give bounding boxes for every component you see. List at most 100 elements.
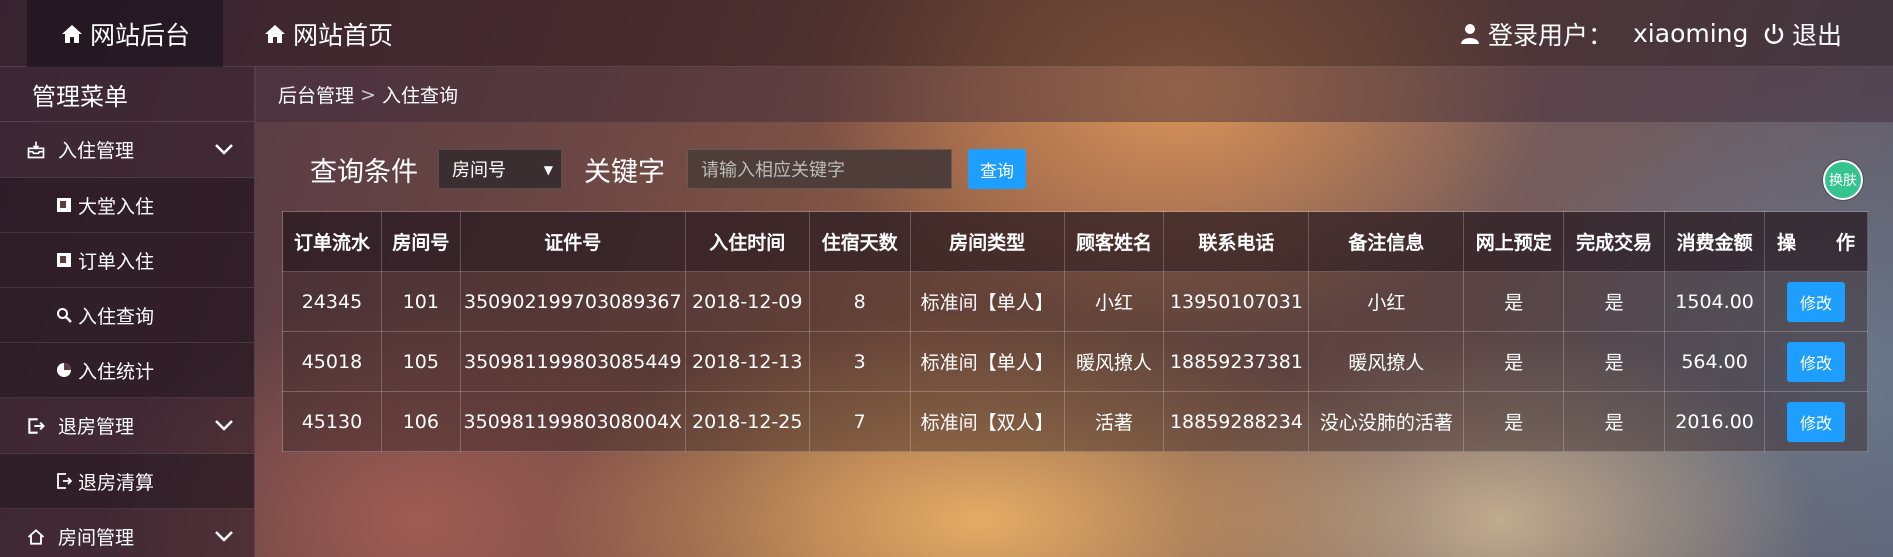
sidebar-item-label: 大堂入住 [78, 195, 155, 218]
sidebar-item-label: 退房清算 [78, 471, 155, 494]
cell-trade-done: 是 [1563, 331, 1666, 392]
user-icon [1461, 23, 1479, 44]
breadcrumb-root[interactable]: 后台管理 [278, 81, 354, 108]
keyword-input[interactable]: 请输入相应关键字 [687, 149, 952, 189]
sidebar-item-checkout-settle[interactable]: 退房清算 [0, 454, 254, 509]
select-value: 房间号 [452, 160, 506, 181]
cell-phone: 13950107031 [1163, 271, 1310, 332]
col-header: 证件号 [459, 211, 686, 272]
power-icon [1764, 23, 1784, 44]
cell-checkin-date: 2018-12-13 [684, 331, 810, 392]
col-header: 房间号 [380, 211, 461, 272]
cell-order-no: 45018 [282, 331, 382, 392]
sidebar-title: 管理菜单 [0, 67, 254, 122]
cell-trade-done: 是 [1563, 271, 1666, 332]
query-condition-label: 查询条件 [310, 156, 418, 188]
cell-id-no: 350902199703089367 [459, 271, 686, 332]
edit-button[interactable]: 修改 [1787, 401, 1846, 442]
cell-checkin-date: 2018-12-25 [684, 391, 810, 452]
sidebar-item-label: 入住统计 [78, 360, 155, 383]
table-header-row: 订单流水 房间号 证件号 入住时间 住宿天数 房间类型 顾客姓名 联系电话 备注… [282, 211, 1868, 272]
home-outline-icon [27, 528, 45, 545]
nav-admin-tab[interactable]: 网站后台 [27, 0, 223, 67]
menu-group-label: 房间管理 [58, 527, 135, 549]
exit-icon [57, 473, 72, 489]
change-skin-button[interactable]: 换肤 [1823, 160, 1863, 200]
menu-group-checkout[interactable]: 退房管理 [0, 398, 254, 454]
cell-room-no: 105 [380, 331, 461, 392]
table-row: 24345 101 350902199703089367 2018-12-09 … [282, 271, 1868, 332]
logout-button[interactable]: 退出 [1762, 0, 1842, 67]
nav-site-label: 网站首页 [293, 20, 394, 50]
menu-group-checkin[interactable]: 入住管理 [0, 122, 254, 178]
nav-site-home-tab[interactable]: 网站首页 [263, 0, 393, 67]
edit-button[interactable]: 修改 [1787, 341, 1846, 382]
nav-admin-label: 网站后台 [89, 20, 190, 50]
cell-guest-name: 暖风撩人 [1063, 331, 1165, 392]
pie-chart-icon [57, 363, 71, 377]
cell-guest-name: 小红 [1063, 271, 1165, 332]
cell-days: 7 [808, 391, 911, 452]
checkin-table: 订单流水 房间号 证件号 入住时间 住宿天数 房间类型 顾客姓名 联系电话 备注… [282, 211, 1868, 452]
cell-phone: 18859288234 [1163, 391, 1310, 452]
col-header: 联系电话 [1163, 211, 1310, 272]
col-header: 住宿天数 [808, 211, 911, 272]
cell-remark: 暖风撩人 [1308, 331, 1465, 392]
col-header: 消费金额 [1664, 211, 1766, 272]
chevron-down-icon [215, 531, 233, 542]
cell-remark: 没心没肺的活著 [1308, 391, 1465, 452]
cell-amount: 1504.00 [1664, 271, 1766, 332]
menu-group-label: 入住管理 [58, 140, 135, 162]
col-header: 顾客姓名 [1063, 211, 1165, 272]
breadcrumb-current: 入住查询 [381, 85, 458, 107]
sidebar-item-order-checkin[interactable]: 订单入住 [0, 233, 254, 288]
op-header-part: 作 [1835, 232, 1855, 254]
cell-online-booking: 是 [1463, 391, 1565, 452]
cell-id-no: 350981199803085449 [459, 331, 686, 392]
cell-room-type: 标准间【单人】 [909, 331, 1065, 392]
query-button[interactable]: 查询 [968, 149, 1026, 189]
logout-label: 退出 [1792, 20, 1843, 50]
table-row: 45130 106 35098119980308004X 2018-12-25 … [282, 391, 1868, 452]
username: xiaoming [1633, 19, 1749, 48]
user-label: 登录用户： [1488, 20, 1614, 50]
sidebar-item-checkin-stats[interactable]: 入住统计 [0, 343, 254, 398]
cell-online-booking: 是 [1463, 271, 1565, 332]
menu-group-label: 退房管理 [58, 416, 135, 438]
sidebar-item-lobby-checkin[interactable]: 大堂入住 [0, 178, 254, 233]
breadcrumb-separator: > [360, 83, 376, 106]
cell-online-booking: 是 [1463, 331, 1565, 392]
cell-id-no: 35098119980308004X [459, 391, 686, 452]
top-nav-bar: 网站后台 网站首页 登录用户： xiaoming 退出 [0, 0, 1893, 67]
note-icon [57, 253, 71, 267]
home-icon [61, 24, 82, 43]
cell-trade-done: 是 [1563, 391, 1666, 452]
col-header: 入住时间 [684, 211, 810, 272]
cell-checkin-date: 2018-12-09 [684, 271, 810, 332]
cell-phone: 18859237381 [1163, 331, 1310, 392]
chevron-down-icon [215, 420, 233, 431]
sidebar-item-checkin-query[interactable]: 入住查询 [0, 288, 254, 343]
cell-operation: 修改 [1764, 271, 1868, 332]
cell-amount: 564.00 [1664, 331, 1766, 392]
edit-button[interactable]: 修改 [1787, 281, 1846, 322]
inbox-icon [27, 141, 45, 158]
sign-out-icon [28, 417, 45, 434]
caret-down-icon: ▼ [543, 163, 553, 177]
cell-order-no: 24345 [282, 271, 382, 332]
cell-guest-name: 活著 [1063, 391, 1165, 452]
home-icon [265, 24, 285, 43]
table-row: 45018 105 350981199803085449 2018-12-13 … [282, 331, 1868, 392]
sidebar: 管理菜单 入住管理 大堂入住 订单入住 入住查询 入住统计 退房管理 退房清算 … [0, 67, 255, 557]
cell-amount: 2016.00 [1664, 391, 1766, 452]
op-header-part: 操 [1777, 232, 1797, 254]
query-field-select[interactable]: 房间号 ▼ [438, 149, 562, 189]
col-header: 订单流水 [282, 211, 382, 272]
col-header: 完成交易 [1563, 211, 1666, 272]
chevron-down-icon [215, 144, 233, 155]
cell-remark: 小红 [1308, 271, 1465, 332]
query-form: 查询条件 房间号 ▼ 关键字 请输入相应关键字 查询 [310, 148, 1026, 190]
col-header: 房间类型 [909, 211, 1065, 272]
menu-group-room[interactable]: 房间管理 [0, 509, 254, 557]
keyword-label: 关键字 [584, 156, 665, 188]
